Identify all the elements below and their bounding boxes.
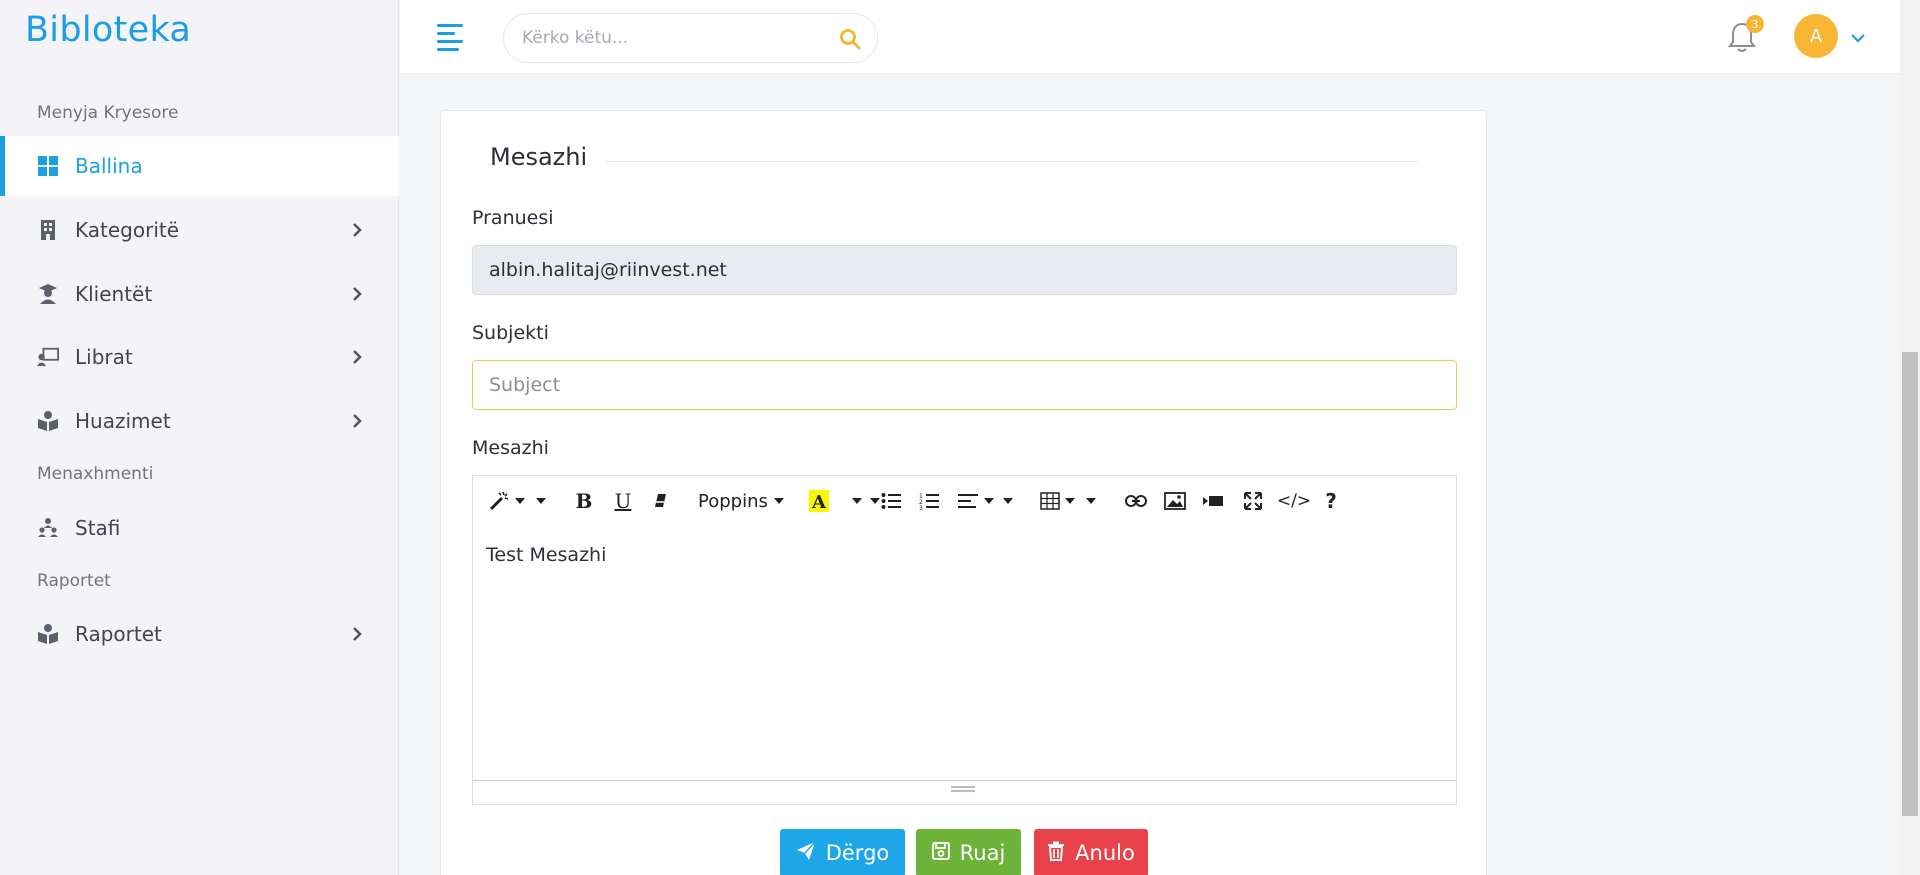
search-icon[interactable]	[839, 28, 861, 50]
chevron-right-icon	[350, 287, 364, 301]
sidebar-item-label: Klientët	[75, 282, 153, 306]
grip-line	[951, 786, 975, 788]
sidebar-item-label: Huazimet	[75, 409, 171, 433]
cancel-button[interactable]: Anulo	[1034, 829, 1148, 875]
building-icon	[37, 219, 59, 241]
sidebar-item-huazimet[interactable]: Huazimet	[0, 391, 399, 451]
image-icon[interactable]	[1163, 488, 1187, 514]
message-card: Mesazhi Pranuesi Subjekti Mesazhi B U Po…	[440, 110, 1487, 875]
trash-icon	[1047, 841, 1065, 866]
floppy-disk-icon	[931, 841, 950, 865]
sidebar-item-librat[interactable]: Librat	[0, 327, 399, 387]
magic-wand-icon[interactable]	[487, 488, 511, 514]
menu-toggle-icon[interactable]	[437, 22, 467, 52]
sidebar-item-label: Raportet	[75, 622, 162, 646]
caret-icon[interactable]	[774, 498, 784, 504]
subject-field[interactable]	[472, 360, 1457, 410]
svg-text:A: A	[811, 492, 827, 513]
teacher-icon	[37, 346, 59, 368]
sidebar-item-stafi[interactable]: Stafi	[0, 498, 399, 558]
sidebar-item-klientet[interactable]: Klientët	[0, 264, 399, 324]
table-icon[interactable]	[1039, 488, 1061, 514]
caret-icon[interactable]	[1003, 498, 1013, 504]
unordered-list-icon[interactable]	[880, 488, 902, 514]
chevron-down-icon[interactable]	[1850, 30, 1866, 46]
code-view-icon[interactable]: </>	[1277, 488, 1311, 514]
font-family-dropdown[interactable]: Poppins	[698, 488, 768, 514]
save-button[interactable]: Ruaj	[916, 829, 1021, 875]
page-title: Mesazhi	[490, 143, 588, 171]
sidebar: Bibloteka Menyja Kryesore Ballina Katego…	[0, 0, 399, 875]
subject-label: Subjekti	[472, 322, 549, 344]
grip-line	[951, 790, 975, 792]
underline-icon[interactable]: U	[612, 488, 634, 514]
caret-icon[interactable]	[852, 498, 862, 504]
editor-toolbar: B U Poppins A 123 </> ?	[473, 476, 1456, 526]
paper-plane-icon	[796, 840, 816, 866]
save-button-label: Ruaj	[959, 841, 1006, 865]
chevron-right-icon	[350, 627, 364, 641]
font-family-label: Poppins	[698, 490, 768, 512]
caret-icon[interactable]	[515, 498, 525, 504]
section-label-reports: Raportet	[37, 571, 111, 591]
caret-icon[interactable]	[870, 498, 880, 504]
sidebar-item-label: Librat	[75, 345, 133, 369]
title-divider	[605, 161, 1417, 162]
fullscreen-icon[interactable]	[1241, 488, 1265, 514]
svg-text:3: 3	[919, 505, 923, 510]
caret-icon[interactable]	[536, 498, 546, 504]
search-box	[503, 13, 878, 63]
caret-icon[interactable]	[1065, 498, 1075, 504]
top-header: 3 A	[400, 0, 1900, 74]
recipient-field[interactable]	[472, 245, 1457, 295]
sidebar-item-ballina[interactable]: Ballina	[0, 136, 399, 196]
send-button-label: Dërgo	[825, 841, 890, 865]
avatar[interactable]: A	[1794, 14, 1838, 58]
rich-text-editor: B U Poppins A 123 </> ? Test Mesazhi	[472, 475, 1457, 805]
text-color-icon[interactable]: A	[808, 488, 830, 514]
scrollbar-thumb[interactable]	[1902, 352, 1918, 816]
sidebar-item-label: Ballina	[75, 154, 143, 178]
sidebar-item-label: Kategoritë	[75, 218, 180, 242]
bold-icon[interactable]: B	[573, 488, 595, 514]
dashboard-icon	[37, 155, 59, 177]
cancel-button-label: Anulo	[1075, 841, 1135, 865]
send-button[interactable]: Dërgo	[780, 829, 905, 875]
notification-badge: 3	[1746, 15, 1764, 33]
align-icon[interactable]	[957, 488, 979, 514]
sidebar-item-raportet[interactable]: Raportet	[0, 604, 399, 664]
caret-icon[interactable]	[984, 498, 994, 504]
brand-logo[interactable]: Bibloteka	[25, 10, 191, 50]
book-reader-icon	[37, 410, 59, 432]
chevron-right-icon	[350, 350, 364, 364]
caret-icon[interactable]	[1086, 498, 1096, 504]
sidebar-item-kategorite[interactable]: Kategoritë	[0, 200, 399, 260]
search-input[interactable]	[522, 14, 822, 62]
section-label-management: Menaxhmenti	[37, 464, 154, 484]
people-icon	[37, 517, 59, 539]
book-reader-icon	[37, 623, 59, 645]
recipient-label: Pranuesi	[472, 207, 554, 229]
sidebar-item-label: Stafi	[75, 516, 121, 540]
link-icon[interactable]	[1124, 488, 1148, 514]
eraser-icon[interactable]	[650, 488, 672, 514]
message-label: Mesazhi	[472, 437, 549, 459]
section-label-main: Menyja Kryesore	[37, 103, 179, 123]
editor-content[interactable]: Test Mesazhi	[486, 544, 606, 566]
ordered-list-icon[interactable]: 123	[918, 488, 940, 514]
video-icon[interactable]	[1201, 488, 1225, 514]
editor-resize-handle[interactable]	[473, 780, 1456, 804]
chevron-right-icon	[350, 223, 364, 237]
chevron-right-icon	[350, 414, 364, 428]
help-icon[interactable]: ?	[1321, 488, 1341, 514]
graduate-icon	[37, 283, 59, 305]
